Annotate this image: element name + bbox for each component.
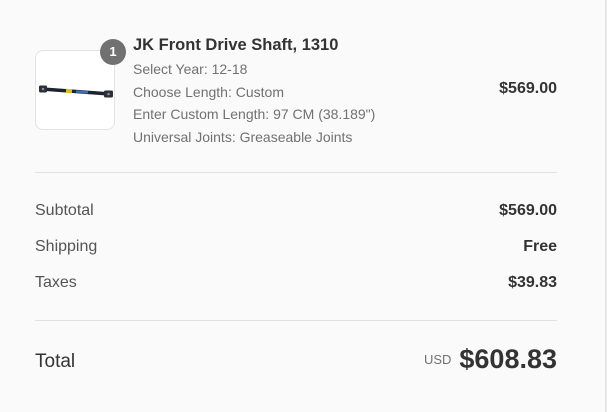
taxes-row: Taxes $39.83 xyxy=(35,272,557,294)
shipping-row: Shipping Free xyxy=(35,236,557,258)
item-option-joints: Universal Joints: Greaseable Joints xyxy=(133,128,353,145)
total-amount-group: USD $608.83 xyxy=(424,344,557,375)
quantity-badge: 1 xyxy=(100,39,126,65)
total-row: Total USD $608.83 xyxy=(35,344,557,384)
item-option-custom-length: Enter Custom Length: 97 CM (38.189") xyxy=(133,106,376,122)
subtotal-row: Subtotal $569.00 xyxy=(35,200,557,222)
order-line-item: 1 JK Front Drive Shaft, 1310 Select Year… xyxy=(35,34,557,154)
subtotal-label: Subtotal xyxy=(35,202,94,219)
item-option-length: Choose Length: Custom xyxy=(133,83,284,100)
taxes-label: Taxes xyxy=(35,274,77,291)
divider xyxy=(35,320,557,321)
shipping-value: Free xyxy=(523,238,557,255)
item-price: $569.00 xyxy=(499,80,557,97)
total-amount: $608.83 xyxy=(459,344,557,374)
divider xyxy=(35,172,557,173)
taxes-value: $39.83 xyxy=(508,274,557,291)
item-title: JK Front Drive Shaft, 1310 xyxy=(133,36,339,54)
item-details: JK Front Drive Shaft, 1310 Select Year: … xyxy=(133,34,433,148)
drive-shaft-image xyxy=(39,85,113,98)
total-label: Total xyxy=(35,351,76,372)
currency-code: USD xyxy=(423,352,452,367)
shipping-label: Shipping xyxy=(35,238,98,255)
product-thumbnail xyxy=(35,50,115,130)
item-option-year: Select Year: 12-18 xyxy=(133,61,248,77)
subtotal-value: $569.00 xyxy=(499,202,557,219)
